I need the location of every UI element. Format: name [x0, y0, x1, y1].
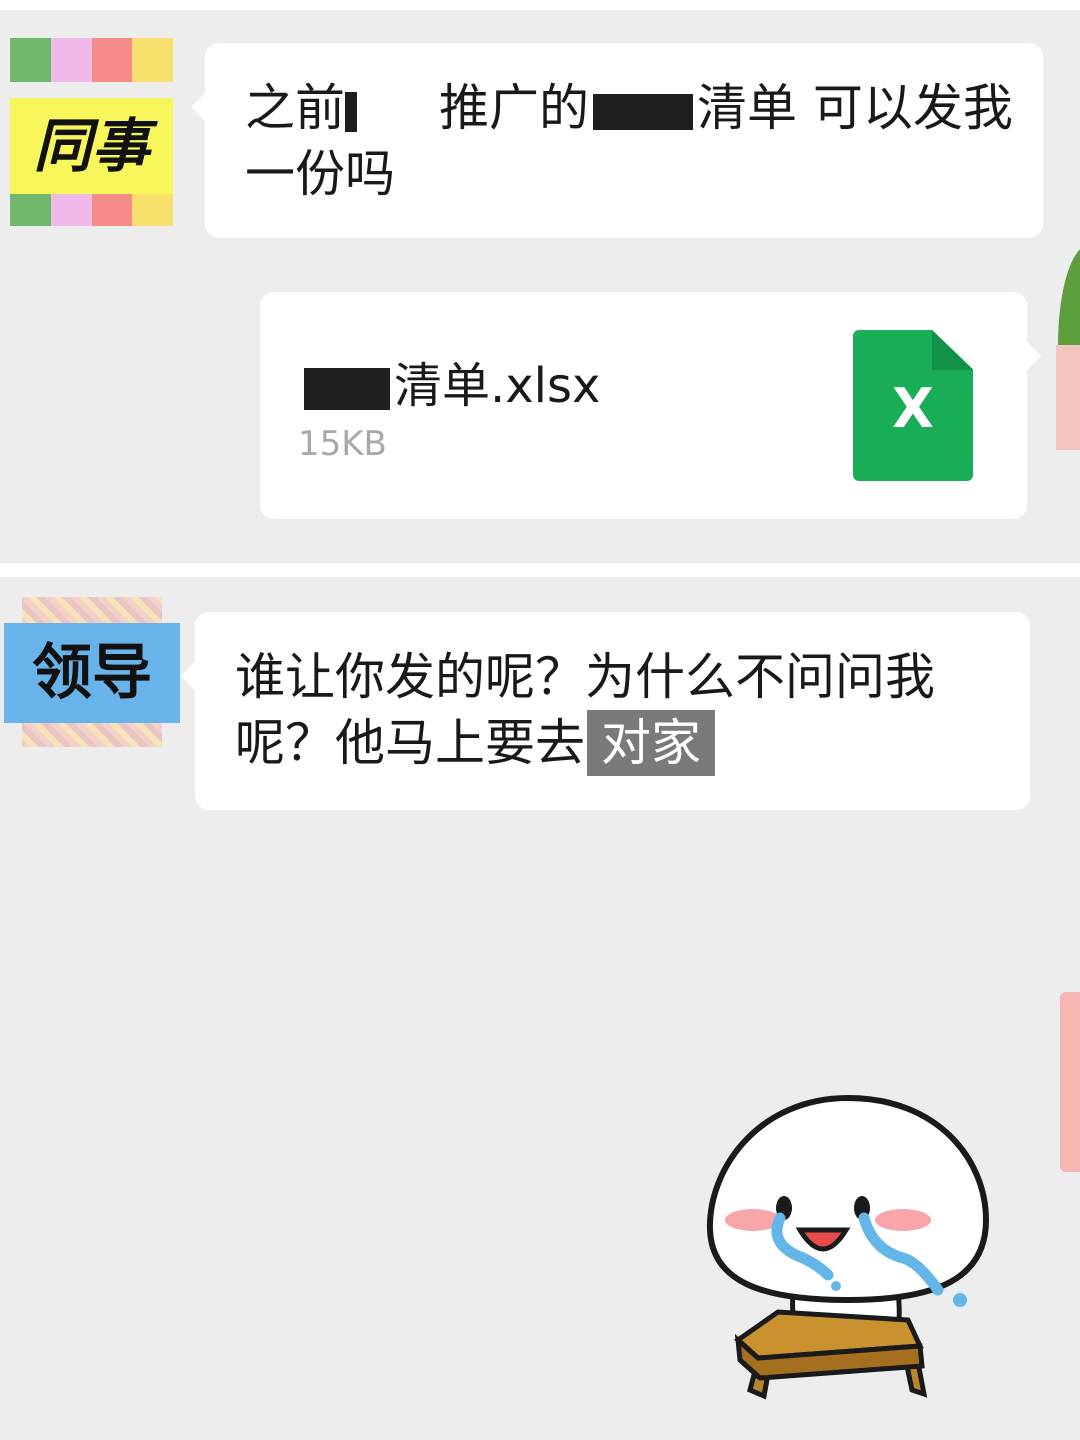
chat-panel-bottom: 领导 谁让你发的呢？为什么不问问我呢？他马上要去 对家: [0, 577, 1080, 1440]
leader-avatar-label: 领导: [4, 623, 180, 723]
message-text: 谁让你发的呢？为什么不问问我呢？他马上要去 对家: [235, 644, 1005, 776]
leader-avatar[interactable]: 领导: [4, 597, 180, 747]
avatar-mosaic: [10, 194, 173, 226]
redaction-mark: [304, 368, 390, 410]
file-name: 清单.xlsx: [304, 346, 600, 416]
message-bubble-leader[interactable]: 谁让你发的呢？为什么不问问我呢？他马上要去 对家: [181, 612, 1030, 810]
avatar-mosaic: [10, 38, 173, 82]
crying-bun-sticker[interactable]: [698, 1090, 998, 1410]
message-text-part: 推广的: [439, 79, 589, 137]
self-avatar-edge: [1056, 345, 1080, 450]
message-text-part: 之前: [245, 79, 345, 137]
file-name-text: 清单.xlsx: [394, 358, 601, 414]
coworker-avatar-label: 同事: [10, 98, 173, 194]
coworker-avatar[interactable]: 同事: [10, 38, 173, 226]
file-message-bubble[interactable]: 清单.xlsx 15KB X: [260, 292, 1041, 519]
file-size: 15KB: [298, 424, 387, 464]
message-text-main: 谁让你发的呢？为什么不问问我呢？他马上要去: [235, 648, 935, 772]
highlighted-text: 对家: [587, 710, 715, 776]
self-avatar-edge: [1060, 992, 1080, 1172]
excel-x-icon: X: [892, 377, 934, 440]
message-bubble-coworker[interactable]: 之前 推广的 清单 可以发我一份吗: [191, 43, 1043, 238]
message-text: 之前 推广的 清单 可以发我一份吗: [245, 75, 1025, 207]
avatar-pattern: [22, 723, 162, 747]
chat-panel-top: 同事 之前 推广的 清单 可以发我一份吗 清单.xlsx 15KB X: [0, 10, 1080, 563]
avatar-pattern: [22, 597, 162, 625]
redaction-mark: [593, 93, 693, 130]
redaction-mark: [345, 91, 357, 132]
